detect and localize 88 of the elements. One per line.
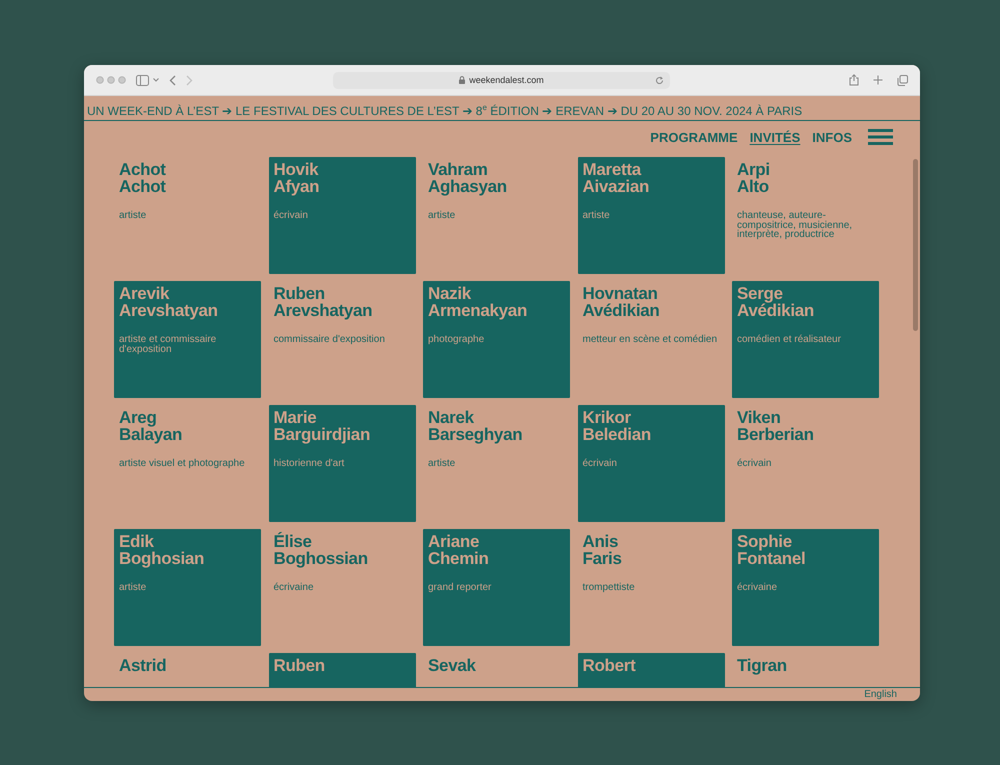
guest-card[interactable]: Arpi Alto chanteuse, auteure-compositrice, musicienne, interprète, productrice <box>732 157 879 274</box>
language-link[interactable]: English <box>864 688 897 701</box>
guest-name: Narek Barseghyan <box>428 409 524 443</box>
guest-role: chanteuse, auteure-compositrice, musicienne, interprète, productrice <box>737 211 854 240</box>
guest-card[interactable]: Ruben Arevshatyan commissaire d'exposition <box>268 281 416 398</box>
guest-name: Ruben <box>274 657 326 674</box>
guest-card[interactable]: Hovnatan Avédikian metteur en scène et comédien <box>578 281 724 398</box>
guest-card[interactable]: Narek Barseghyan artiste <box>423 405 570 522</box>
window-controls-icon[interactable] <box>96 76 126 84</box>
guest-role: artiste visuel et photographe <box>119 459 246 468</box>
guest-card[interactable]: Edik Boghosian artiste <box>114 529 261 646</box>
guest-role: écrivain <box>274 211 309 220</box>
guest-name: Marie Barguirdjian <box>274 409 372 443</box>
guest-role: grand reporter <box>428 583 492 592</box>
guest-role: artiste <box>119 211 148 220</box>
guest-name: Élise Boghossian <box>274 533 369 567</box>
guest-card[interactable]: Vahram Aghasyan artiste <box>423 157 570 274</box>
guest-card[interactable]: Krikor Beledian écrivain <box>578 405 724 522</box>
guest-card[interactable]: Achot Achot artiste <box>114 157 261 274</box>
guest-name: Arevik Arevshatyan <box>119 285 219 319</box>
guest-role: trompettiste <box>582 583 636 592</box>
guest-name: Serge Avédikian <box>737 285 815 319</box>
share-icon[interactable] <box>849 74 859 86</box>
guest-card[interactable]: Serge Avédikian comédien et réalisateur <box>732 281 879 398</box>
guest-name: Tigran <box>737 657 788 674</box>
guest-name: Achot Achot <box>119 161 167 195</box>
menu-icon[interactable] <box>868 129 893 145</box>
guest-name: Anis Faris <box>582 533 623 567</box>
lock-icon <box>459 76 466 84</box>
guest-role: comédien et réalisateur <box>737 335 842 344</box>
guest-role: commissaire d'exposition <box>274 335 386 344</box>
guest-card[interactable]: Marie Barguirdjian historienne d'art <box>268 405 416 522</box>
guest-card[interactable]: Ariane Chemin grand reporter <box>423 529 570 646</box>
nav-link[interactable]: PROGRAMME <box>650 130 738 144</box>
guest-role: photographe <box>428 335 486 344</box>
url-text: weekendalest.com <box>469 75 544 85</box>
sidebar-icon[interactable] <box>136 74 149 86</box>
reload-icon[interactable] <box>655 76 664 84</box>
guest-name: Ariane Chemin <box>428 533 490 567</box>
guest-name: Sophie Fontanel <box>737 533 806 567</box>
guest-name: Areg Balayan <box>119 409 184 443</box>
guest-role: historienne d'art <box>274 459 346 468</box>
chevron-down-icon[interactable] <box>153 78 159 82</box>
guest-role: artiste <box>428 211 456 220</box>
nav-link[interactable]: INFOS <box>812 130 852 144</box>
guest-name: Hovik Afyan <box>274 161 320 195</box>
guest-name: Arpi Alto <box>737 161 771 195</box>
guest-card[interactable]: Arevik Arevshatyan artiste et commissaire d'exposition <box>114 281 261 398</box>
guest-card[interactable]: Robert <box>578 653 724 687</box>
guest-name: Vahram Aghasyan <box>428 161 508 195</box>
guest-name: Ruben Arevshatyan <box>274 285 374 319</box>
guest-role: écrivain <box>582 459 618 468</box>
guest-card[interactable]: Astrid <box>114 653 261 687</box>
festival-banner: UN WEEK-END À L’EST ➔ LE FESTIVAL DES CULTURES DE L’EST ➔ 8$^{e}$ ÉDITION ➔ EREVAN ➔ DU 20 AU 30 NOV. 2024 À PARIS <box>84 96 920 121</box>
guest-name: Nazik Armenakyan <box>428 285 528 319</box>
guest-role: metteur en scène et comédien <box>582 335 718 344</box>
guest-role: artiste <box>428 459 456 468</box>
guest-card[interactable]: Maretta Aivazian artiste <box>578 157 724 274</box>
guest-card[interactable]: Élise Boghossian écrivaine <box>268 529 416 646</box>
tabs-icon[interactable] <box>897 74 908 86</box>
guest-name: Maretta Aivazian <box>582 161 650 195</box>
guest-name: Hovnatan Avédikian <box>582 285 660 319</box>
guest-role: artiste <box>119 583 148 592</box>
guest-name: Sevak <box>428 657 477 674</box>
guest-role: artiste et commissaire d'exposition <box>119 335 218 354</box>
guest-role: écrivaine <box>274 583 315 592</box>
guest-card[interactable]: Areg Balayan artiste visuel et photographe <box>114 405 261 522</box>
nav-link[interactable]: INVITÉS <box>750 130 800 144</box>
guest-name: Robert <box>582 657 637 674</box>
guest-name: Krikor Beledian <box>582 409 652 443</box>
guest-card[interactable]: Anis Faris trompettiste <box>578 529 724 646</box>
guest-role: artiste <box>582 211 611 220</box>
guest-card[interactable]: Hovik Afyan écrivain <box>268 157 416 274</box>
guest-card[interactable]: Nazik Armenakyan photographe <box>423 281 570 398</box>
guest-name: Edik Boghosian <box>119 533 206 567</box>
address-bar[interactable]: weekendalest.com <box>333 72 670 88</box>
guest-role: écrivain <box>737 459 772 468</box>
guest-card[interactable]: Sophie Fontanel écrivaine <box>732 529 879 646</box>
back-icon[interactable] <box>169 74 176 86</box>
guest-card[interactable]: Sevak <box>423 653 570 687</box>
guest-role: écrivaine <box>737 583 778 592</box>
guest-name: Viken Berberian <box>737 409 815 443</box>
guest-card[interactable]: Tigran <box>732 653 879 687</box>
guest-card[interactable]: Viken Berberian écrivain <box>732 405 879 522</box>
guest-name: Astrid <box>119 657 168 674</box>
guest-card[interactable]: Ruben <box>268 653 416 687</box>
scrollbar-thumb[interactable] <box>913 159 918 331</box>
plus-icon[interactable] <box>873 75 883 85</box>
